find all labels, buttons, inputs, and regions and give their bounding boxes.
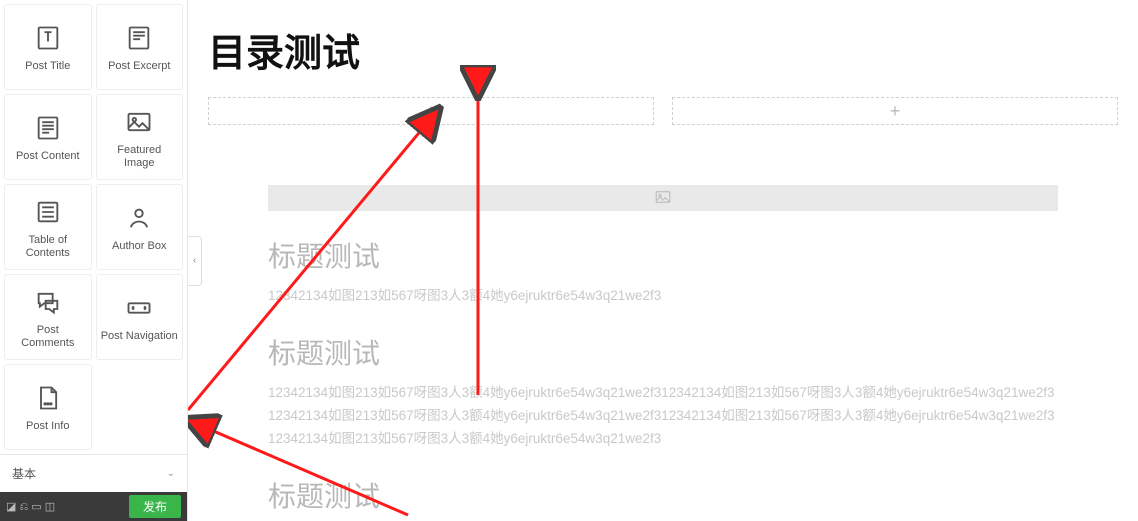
basic-category-toggle[interactable]: 基本 ⌄ — [0, 454, 187, 492]
widget-post-excerpt[interactable]: Post Excerpt — [96, 4, 184, 90]
post-navigation-icon — [125, 294, 153, 322]
widget-label: Featured Image — [101, 144, 179, 170]
widget-post-content[interactable]: Post Content — [4, 94, 92, 180]
widget-label: Post Navigation — [101, 330, 178, 343]
plus-icon: + — [426, 101, 437, 122]
author-box-icon — [125, 204, 153, 232]
paragraph[interactable]: 12342134如图213如567呀图3人3额4她y6ejruktr6e54w3… — [268, 382, 1058, 451]
publish-button[interactable]: 发布 — [129, 495, 181, 518]
widget-featured-image[interactable]: Featured Image — [96, 94, 184, 180]
image-placeholder[interactable] — [268, 185, 1058, 211]
widget-post-comments[interactable]: Post Comments — [4, 274, 92, 360]
widget-sidebar: Post Title Post Excerpt Post Content Fea… — [0, 0, 188, 521]
heading[interactable]: 标题测试 — [268, 332, 1058, 372]
paragraph[interactable]: 12342134如图213如567呀图3人3额4她y6ejruktr6e54w3… — [268, 285, 1058, 308]
widget-label: Table of Contents — [9, 234, 87, 260]
chevron-down-icon: ⌄ — [167, 468, 175, 479]
widget-grid: Post Title Post Excerpt Post Content Fea… — [0, 0, 187, 454]
widget-table-of-contents[interactable]: Table of Contents — [4, 184, 92, 270]
post-comments-icon — [34, 288, 62, 316]
page-title[interactable]: 目录测试 — [208, 22, 1118, 77]
plus-icon: + — [890, 101, 901, 122]
image-icon — [654, 188, 672, 209]
widget-post-navigation[interactable]: Post Navigation — [96, 274, 184, 360]
dropzone-left[interactable]: + — [208, 97, 654, 125]
widget-author-box[interactable]: Author Box — [96, 184, 184, 270]
editor-canvas: 目录测试 + + 标题测试 12342134如图213如567呀图3人3额4她y… — [188, 0, 1138, 521]
heading[interactable]: 标题测试 — [268, 235, 1058, 275]
post-excerpt-icon — [125, 24, 153, 52]
post-content-icon — [34, 114, 62, 142]
widget-label: Post Title — [25, 60, 70, 73]
widget-post-title[interactable]: Post Title — [4, 4, 92, 90]
toolbar-icons[interactable]: ◪ ⎌ ▭ ◫ — [6, 500, 55, 514]
dropzone-row: + + — [208, 97, 1118, 125]
widget-label: Post Comments — [9, 324, 87, 350]
post-title-icon — [34, 24, 62, 52]
featured-image-icon — [125, 108, 153, 136]
heading[interactable]: 标题测试 — [268, 475, 1058, 515]
dropzone-right[interactable]: + — [672, 97, 1118, 125]
post-info-icon — [34, 384, 62, 412]
basic-label: 基本 — [12, 465, 36, 482]
widget-label: Post Content — [16, 150, 80, 163]
widget-post-info[interactable]: Post Info — [4, 364, 92, 450]
widget-label: Post Excerpt — [108, 60, 170, 73]
post-content-area: 标题测试 12342134如图213如567呀图3人3额4她y6ejruktr6… — [208, 185, 1118, 515]
toc-icon — [34, 198, 62, 226]
widget-label: Author Box — [112, 240, 166, 253]
widget-label: Post Info — [26, 420, 69, 433]
publish-bar: ◪ ⎌ ▭ ◫ 发布 — [0, 492, 187, 521]
